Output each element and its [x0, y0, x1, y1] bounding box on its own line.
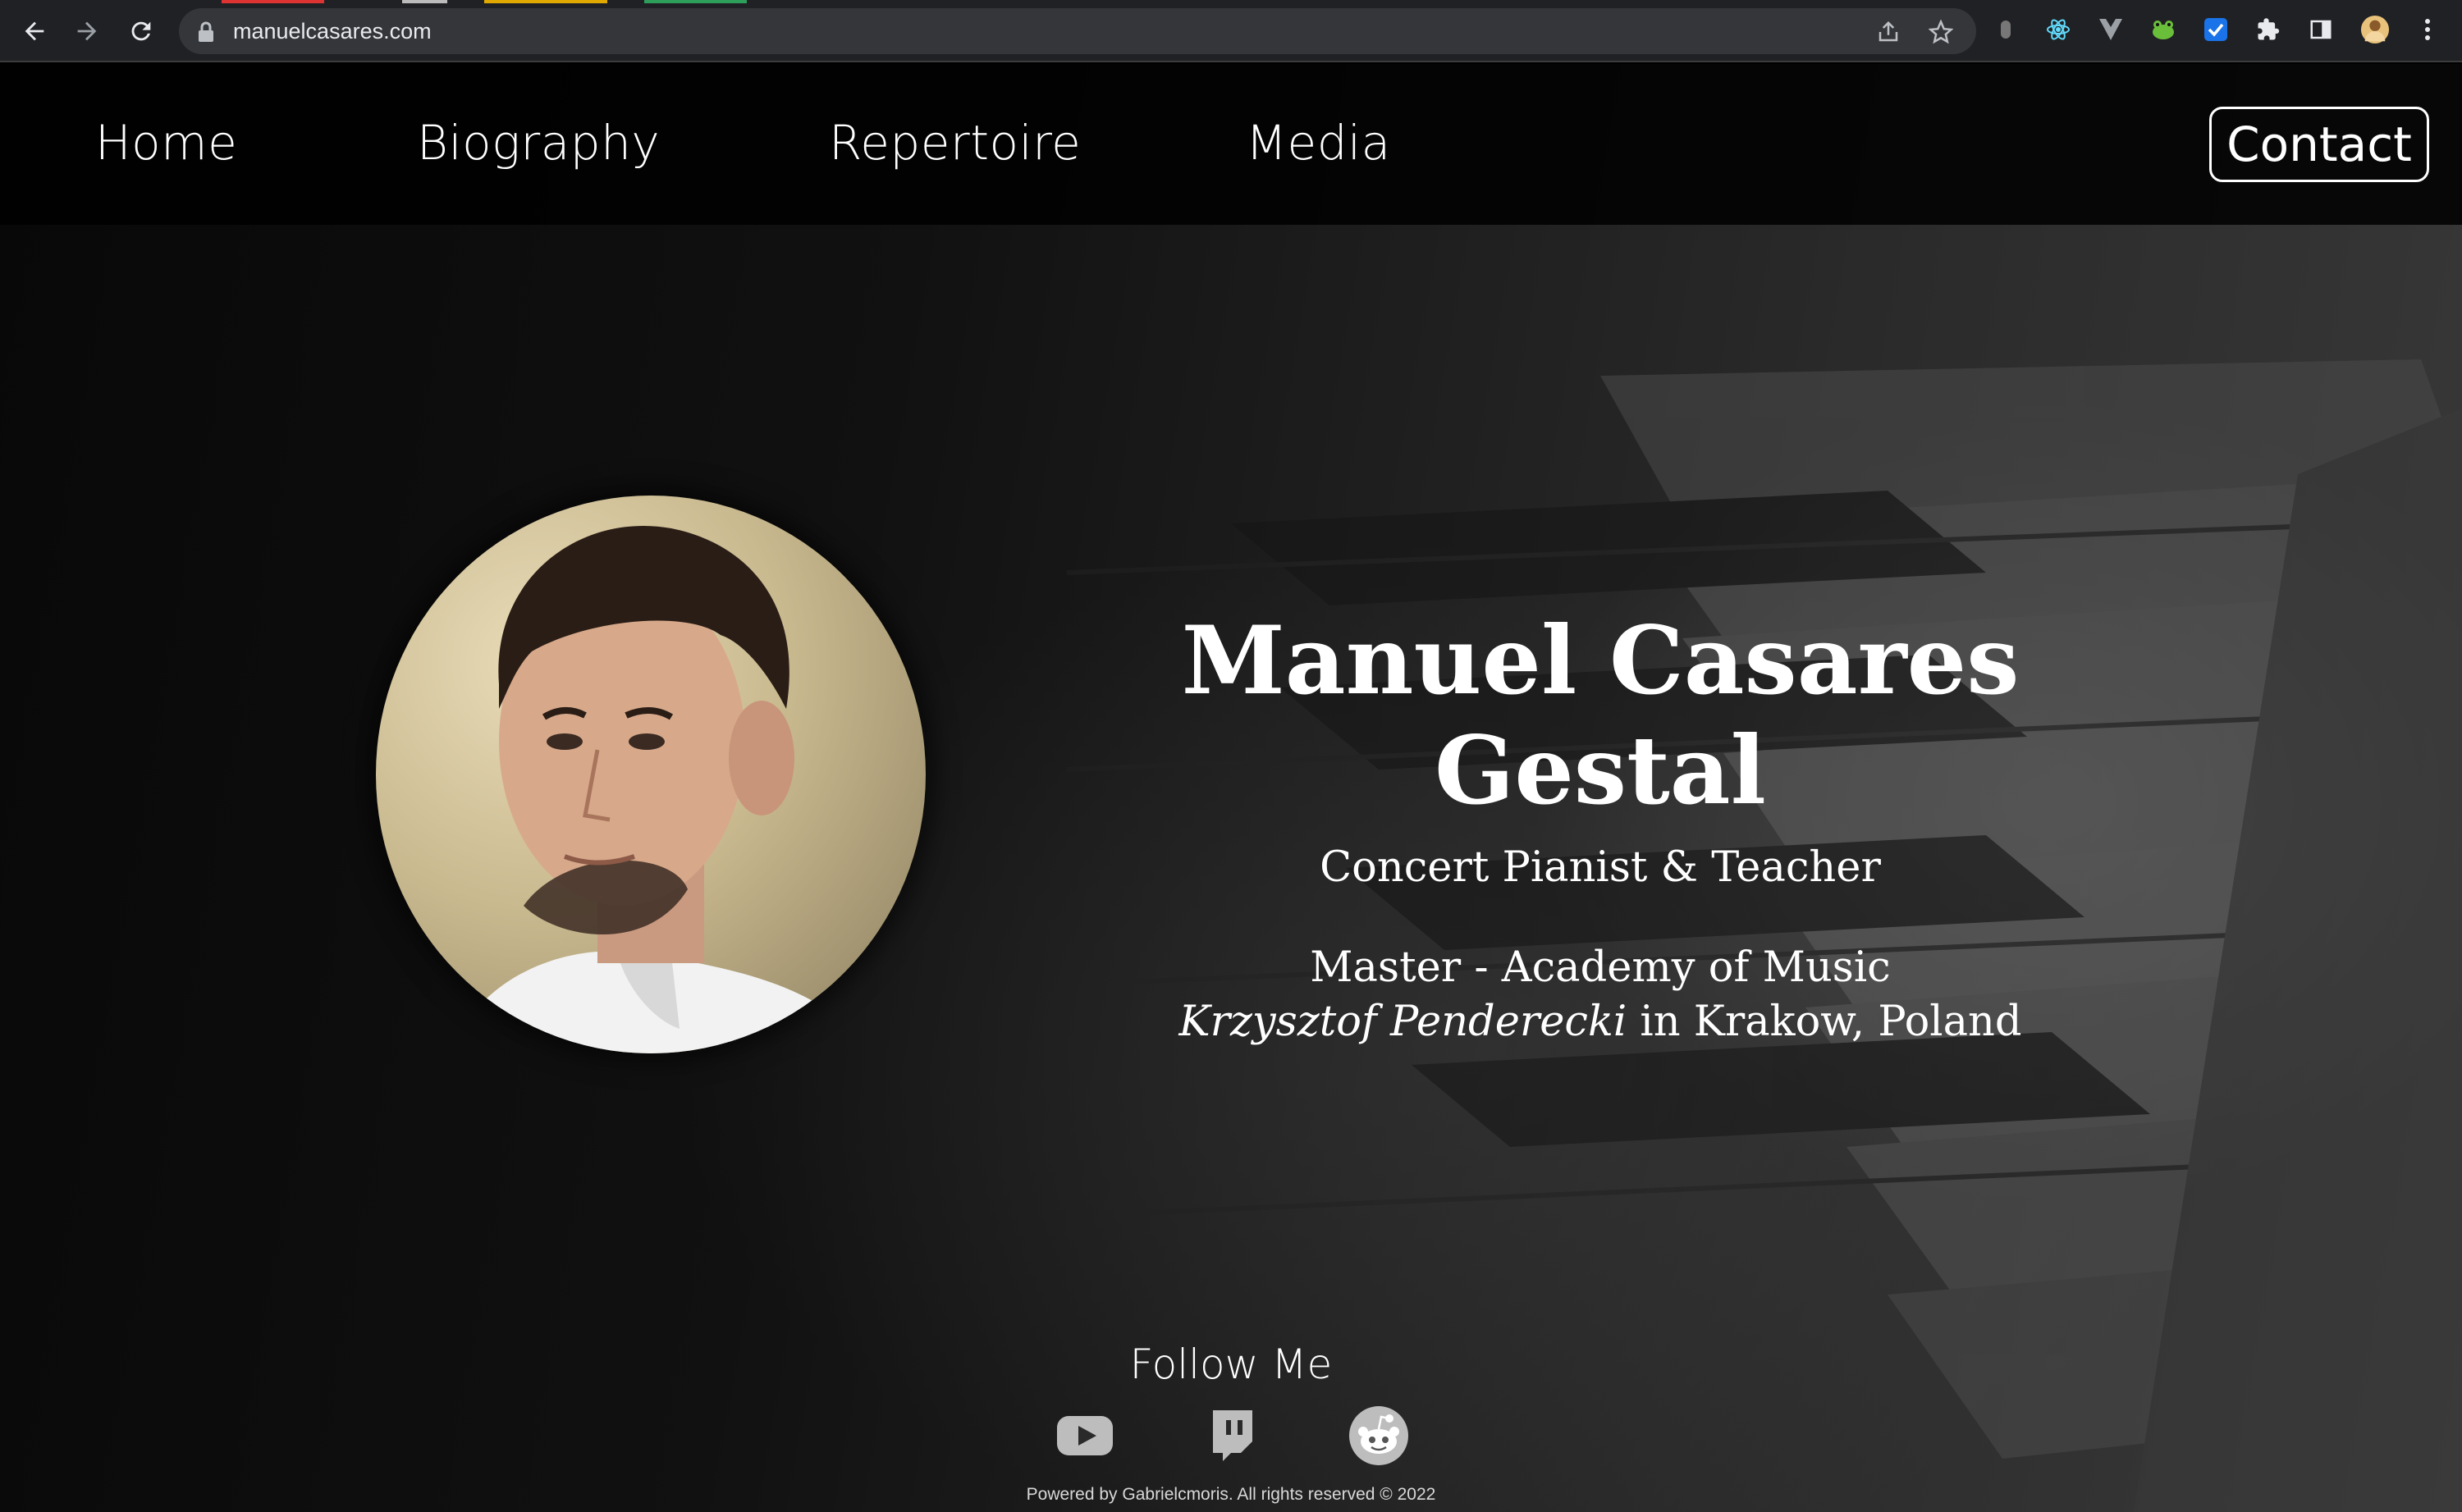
url-text: manuelcasares.com: [233, 19, 432, 43]
nav-repertoire-link[interactable]: Repertoire: [829, 115, 1081, 171]
portrait-photo: [376, 496, 926, 1053]
degree-academy-name: Krzysztof Penderecki: [1178, 998, 1627, 1046]
footer-credit: Powered by Gabrielcmoris. All rights res…: [1026, 1485, 1436, 1504]
reload-icon[interactable]: [121, 11, 161, 51]
forward-arrow-icon[interactable]: [67, 11, 107, 51]
puzzle-icon[interactable]: [2254, 15, 2283, 44]
site-navbar: Home Biography Repertoire Media Contact: [0, 64, 2462, 225]
hero-degree: Master - Academy of Music Krzysztof Pend…: [1026, 941, 2175, 1049]
browser-toolbar: manuelcasares.com: [0, 0, 2462, 62]
page-background: Home Biography Repertoire Media Contact …: [0, 64, 2462, 1512]
degree-line-1: Master - Academy of Music: [1310, 943, 1891, 992]
nav-media-link[interactable]: Media: [1246, 115, 1391, 171]
address-bar[interactable]: manuelcasares.com: [179, 8, 1976, 54]
hero-name-heading: Manuel Casares Gestal: [1181, 605, 2020, 825]
profile-avatar[interactable]: [2360, 15, 2390, 44]
tab-accent: [484, 0, 607, 3]
youtube-icon[interactable]: [1052, 1403, 1118, 1469]
hero-text-block: Manuel Casares Gestal Concert Pianist & …: [1026, 605, 2175, 1049]
vue-devtools-icon[interactable]: [2096, 15, 2126, 44]
bookmark-star-icon[interactable]: [1928, 19, 1954, 44]
contact-button[interactable]: Contact: [2209, 107, 2429, 182]
degree-line-2: Krzysztof Penderecki in Krakow, Poland: [1026, 995, 2175, 1049]
nav-home-link[interactable]: Home: [95, 115, 237, 171]
extension-icon[interactable]: [1991, 15, 2020, 44]
frog-extension-icon[interactable]: [2149, 15, 2178, 44]
back-arrow-icon[interactable]: [15, 11, 54, 51]
share-icon[interactable]: [1876, 20, 1901, 44]
checkmark-extension-icon[interactable]: [2201, 15, 2231, 44]
twitch-icon[interactable]: [1198, 1403, 1264, 1469]
lock-icon: [197, 21, 215, 46]
reddit-icon[interactable]: [1346, 1403, 1412, 1469]
nav-biography-link[interactable]: Biography: [417, 115, 660, 171]
tab-accent: [644, 0, 747, 3]
react-devtools-icon[interactable]: [2043, 15, 2073, 44]
tab-accent: [222, 0, 324, 3]
follow-me-heading: Follow Me: [1129, 1341, 1333, 1388]
menu-kebab-icon[interactable]: [2413, 15, 2442, 44]
degree-location: in Krakow, Poland: [1627, 998, 2022, 1046]
tab-accent: [402, 0, 447, 3]
hero-role-subtitle: Concert Pianist & Teacher: [1320, 843, 1881, 892]
side-panel-icon[interactable]: [2306, 15, 2336, 44]
